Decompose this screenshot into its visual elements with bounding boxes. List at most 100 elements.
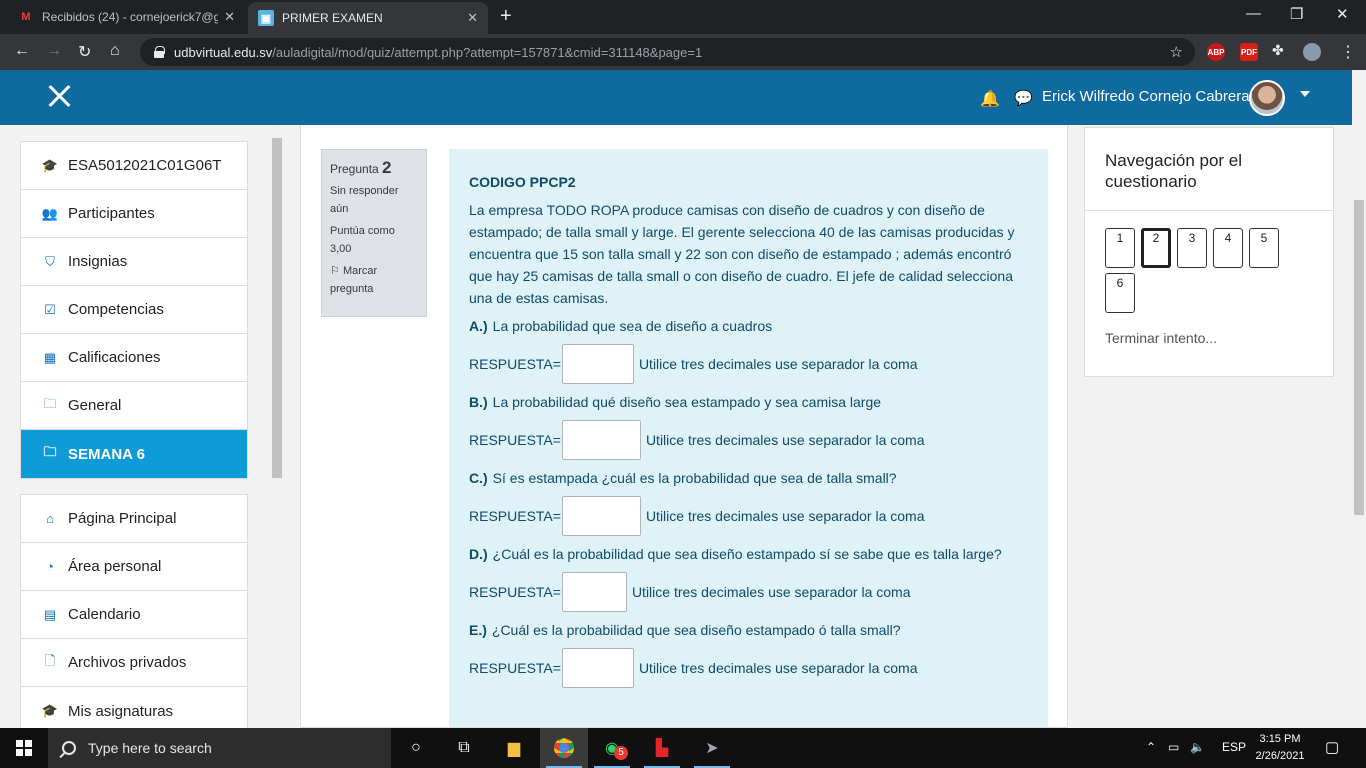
acrobat-icon[interactable]: ▙ bbox=[638, 728, 686, 768]
home-icon: ⌂ bbox=[46, 511, 54, 526]
windows-start-icon[interactable] bbox=[16, 740, 32, 756]
drawer-item[interactable]: ▤ Calendario bbox=[21, 591, 247, 639]
folder-icon: 🗀 bbox=[43, 395, 57, 411]
whatsapp-badge: 5 bbox=[614, 746, 628, 760]
notifications-center-icon[interactable]: ▢ bbox=[1325, 738, 1339, 756]
graduation-cap-icon: 🎓 bbox=[41, 703, 59, 718]
question-statement: La empresa TODO ROPA produce camisas con… bbox=[469, 202, 1015, 306]
moodle-quiz-icon: ▣ bbox=[258, 10, 274, 26]
profile-avatar-icon[interactable] bbox=[1303, 43, 1321, 61]
answer-input[interactable] bbox=[561, 344, 634, 384]
network-icon[interactable]: ▭ bbox=[1168, 740, 1179, 754]
tray-expand-icon[interactable]: ⌃ bbox=[1146, 740, 1156, 754]
tab-primer-examen[interactable]: ▣ PRIMER EXAMEN ✕ bbox=[248, 2, 488, 34]
file-icon: 🗋 bbox=[44, 652, 56, 668]
drawer-item[interactable]: 🎓 Mis asignaturas bbox=[21, 687, 247, 728]
part-letter: B.) bbox=[469, 394, 488, 410]
quiz-nav-button[interactable]: 3 bbox=[1177, 228, 1207, 268]
lock-icon bbox=[154, 46, 165, 58]
shield-icon: ⛉ bbox=[45, 253, 55, 269]
drawer-scrollbar-thumb[interactable] bbox=[272, 138, 282, 478]
answer-input[interactable] bbox=[561, 572, 627, 612]
drawer-item-label: ESA5012021C01G06T bbox=[68, 157, 222, 174]
tab-close-icon[interactable]: ✕ bbox=[224, 9, 235, 25]
new-tab-button[interactable]: + bbox=[500, 5, 512, 28]
drawer-item-label: Competencias bbox=[68, 301, 164, 318]
course-nav-group: 🎓 ESA5012021C01G06T 👥 Participantes ⛉ Insigni… bbox=[20, 141, 248, 479]
part-text: ¿Cuál es la probabilidad que sea diseño … bbox=[492, 546, 1002, 562]
question-status: Sin responder aún bbox=[330, 185, 399, 215]
quiz-nav-button[interactable]: 6 bbox=[1105, 273, 1135, 313]
question-part: D.) ¿Cuál es la probabilidad que sea dise… bbox=[469, 543, 1028, 565]
part-letter: C.) bbox=[469, 470, 488, 486]
windows-taskbar: Type here to search ○ ⧉ ▆ ◉ 5 ▙ ➤ ⌃ ▭ 🔈 E… bbox=[0, 728, 1366, 768]
restore-icon[interactable]: ❐ bbox=[1290, 5, 1303, 23]
answer-input[interactable] bbox=[561, 496, 641, 536]
taskbar-clock[interactable]: 3:15 PM 2/26/2021 bbox=[1250, 731, 1310, 765]
gmail-icon: M bbox=[21, 11, 31, 23]
reload-icon[interactable]: ↻ bbox=[78, 42, 91, 62]
page-scrollbar-thumb[interactable] bbox=[1354, 200, 1364, 515]
drawer-scrollbar[interactable] bbox=[270, 125, 284, 728]
drawer-item[interactable]: ⛉ Insignias bbox=[21, 238, 247, 286]
part-text: La probabilidad qué diseño sea estampado… bbox=[492, 394, 882, 410]
drawer-item[interactable]: ⌂ Página Principal bbox=[21, 495, 247, 543]
tab-title: Recibidos (24) - cornejoerick7@g bbox=[42, 10, 219, 24]
menu-dots-icon[interactable]: ⋮ bbox=[1340, 42, 1356, 62]
window-close-icon[interactable]: ✕ bbox=[1336, 5, 1349, 23]
drawer-item[interactable]: 🎓 ESA5012021C01G06T bbox=[21, 142, 247, 190]
flag-question-link[interactable]: ⚐ Marcar pregunta bbox=[330, 262, 418, 298]
answer-row: RESPUESTA= Utilice tres decimales use sep… bbox=[469, 343, 1028, 385]
answer-label: RESPUESTA= bbox=[469, 356, 561, 372]
back-icon[interactable]: ← bbox=[14, 42, 30, 60]
tab-title: PRIMER EXAMEN bbox=[282, 11, 383, 25]
volume-icon[interactable]: 🔈 bbox=[1190, 740, 1205, 754]
quiz-nav-button[interactable]: 1 bbox=[1105, 228, 1135, 268]
task-view-icon[interactable]: ⧉ bbox=[440, 728, 488, 768]
user-name[interactable]: Erick Wilfredo Cornejo Cabrera bbox=[1042, 88, 1250, 105]
forward-icon[interactable]: → bbox=[46, 42, 62, 60]
drawer-item-label: Mis asignaturas bbox=[68, 702, 174, 720]
language-indicator[interactable]: ESP bbox=[1222, 740, 1246, 754]
quiz-nav-button[interactable]: 2 bbox=[1141, 228, 1171, 268]
drawer-item[interactable]: 🗀 General bbox=[21, 382, 247, 430]
file-explorer-icon[interactable]: ▆ bbox=[490, 728, 538, 768]
answer-label: RESPUESTA= bbox=[469, 584, 561, 600]
extensions-puzzle-icon[interactable]: ✤ bbox=[1272, 42, 1284, 59]
drawer-item[interactable]: 🗋 Archivos privados bbox=[21, 639, 247, 687]
user-avatar[interactable] bbox=[1249, 80, 1285, 116]
calendar-icon: ▤ bbox=[43, 606, 57, 622]
app-icon[interactable]: ➤ bbox=[688, 728, 736, 768]
tab-gmail[interactable]: M Recibidos (24) - cornejoerick7@g ✕ bbox=[8, 0, 245, 34]
chrome-icon[interactable] bbox=[540, 728, 588, 768]
question-score: Puntúa como 3,00 bbox=[330, 225, 395, 255]
address-bar[interactable]: udbvirtual.edu.sv/auladigital/mod/quiz/a… bbox=[140, 38, 1195, 66]
tab-close-icon[interactable]: ✕ bbox=[467, 10, 478, 26]
drawer-item-label: Calificaciones bbox=[68, 349, 161, 366]
part-letter: D.) bbox=[469, 546, 488, 562]
quiz-nav-button[interactable]: 5 bbox=[1249, 228, 1279, 268]
cortana-icon[interactable]: ○ bbox=[392, 728, 440, 768]
quiz-nav-button[interactable]: 4 bbox=[1213, 228, 1243, 268]
taskbar-search-box[interactable]: Type here to search bbox=[48, 728, 391, 768]
page-scrollbar[interactable] bbox=[1352, 70, 1366, 728]
messages-icon[interactable]: 💬 bbox=[1014, 89, 1033, 107]
user-menu-caret-icon[interactable] bbox=[1300, 91, 1310, 97]
answer-input[interactable] bbox=[561, 648, 634, 688]
finish-attempt-link[interactable]: Terminar intento... bbox=[1105, 330, 1217, 346]
adblock-extension-icon[interactable]: ABP bbox=[1207, 43, 1225, 61]
pdf-extension-icon[interactable]: PDF bbox=[1240, 43, 1258, 61]
minimize-icon[interactable]: — bbox=[1246, 5, 1261, 22]
drawer-item[interactable]: 🗀 SEMANA 6 bbox=[21, 430, 247, 478]
drawer-item[interactable]: ◔ Área personal bbox=[21, 543, 247, 591]
whatsapp-icon[interactable]: ◉ 5 bbox=[588, 728, 636, 768]
home-icon[interactable]: ⌂ bbox=[110, 42, 120, 60]
question-part: B.) La probabilidad qué diseño sea estamp… bbox=[469, 391, 1028, 413]
close-drawer-icon[interactable] bbox=[46, 82, 74, 110]
drawer-item[interactable]: ▦ Calificaciones bbox=[21, 334, 247, 382]
notifications-bell-icon[interactable]: 🔔 bbox=[980, 89, 1000, 109]
drawer-item[interactable]: ☑ Competencias bbox=[21, 286, 247, 334]
bookmark-star-icon[interactable]: ☆ bbox=[1170, 43, 1183, 61]
answer-input[interactable] bbox=[561, 420, 641, 460]
drawer-item[interactable]: 👥 Participantes bbox=[21, 190, 247, 238]
